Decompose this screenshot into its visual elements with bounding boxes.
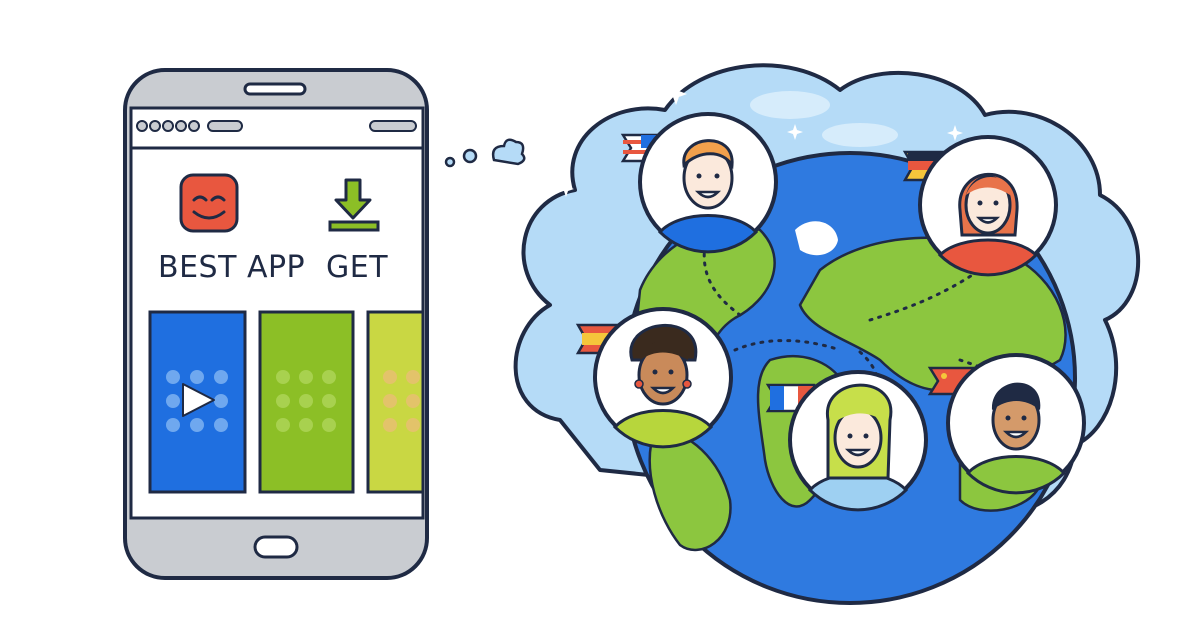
lime-card[interactable] (366, 310, 425, 494)
home-button[interactable] (253, 535, 299, 559)
video-card[interactable] (148, 310, 247, 494)
browser-dots (136, 120, 200, 132)
illustration: BEST APP GET (123, 63, 1141, 605)
thought-bubbles (444, 138, 526, 168)
smartphone: BEST APP GET (123, 68, 429, 580)
green-card[interactable] (258, 310, 355, 494)
get-label: GET (326, 250, 388, 285)
address-bar (207, 120, 243, 132)
best-app-label: BEST APP (158, 250, 305, 285)
menu-bar (369, 120, 417, 132)
phone-speaker (243, 82, 307, 96)
smiley-face-icon[interactable] (179, 173, 239, 233)
